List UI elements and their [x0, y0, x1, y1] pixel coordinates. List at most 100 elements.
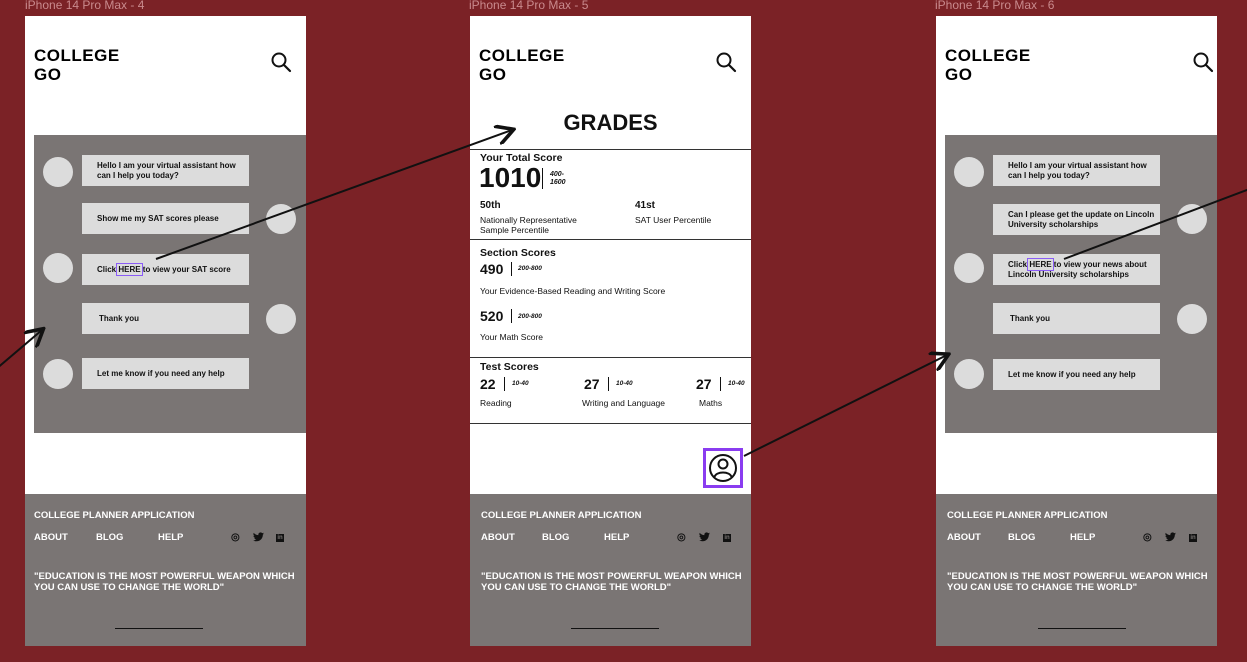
writing-score-label: Writing and Language: [582, 398, 666, 408]
user-avatar: [1177, 304, 1207, 334]
assistant-avatar: [43, 253, 73, 283]
footer-link-help[interactable]: HELP: [158, 532, 183, 543]
score-separator: [504, 377, 505, 391]
chat-bubble-user: Thank you: [82, 303, 249, 334]
assistant-avatar: [954, 359, 984, 389]
footer-link-blog[interactable]: BLOG: [542, 532, 569, 543]
footer-link-about[interactable]: ABOUT: [34, 532, 68, 543]
assistant-avatar: [954, 253, 984, 283]
maths-score-range: 10-40: [728, 380, 745, 387]
test-scores-label: Test Scores: [480, 361, 539, 373]
linkedin-icon[interactable]: in: [723, 534, 731, 542]
writing-score-range: 10-40: [616, 380, 633, 387]
divider: [470, 149, 751, 150]
footer-link-blog[interactable]: BLOG: [96, 532, 123, 543]
section-scores-label: Section Scores: [480, 247, 556, 259]
range-bottom: 1600: [550, 179, 566, 186]
ebrw-score-label: Your Evidence-Based Reading and Writing …: [480, 286, 666, 296]
footer-divider: [571, 628, 659, 629]
national-percentile-value: 50th: [480, 200, 501, 211]
footer-link-help[interactable]: HELP: [1070, 532, 1095, 543]
footer-link-about[interactable]: ABOUT: [481, 532, 515, 543]
reading-score-range: 10-40: [512, 380, 529, 387]
maths-score-value: 27: [696, 376, 712, 392]
chat-message: Thank you: [1010, 313, 1051, 323]
score-separator: [608, 377, 609, 391]
app-logo[interactable]: COLLEGE GO: [945, 46, 1031, 84]
label-line: Sample Percentile: [480, 225, 549, 235]
footer-link-help[interactable]: HELP: [604, 532, 629, 543]
here-link[interactable]: HERE: [116, 262, 143, 276]
app-logo[interactable]: COLLEGE GO: [479, 46, 565, 84]
footer-divider: [1038, 628, 1126, 629]
chat-bubble-user: Show me my SAT scores please: [82, 203, 249, 234]
score-separator: [720, 377, 721, 391]
linkedin-icon[interactable]: in: [1189, 534, 1197, 542]
national-percentile-label: Nationally Representative Sample Percent…: [480, 215, 577, 235]
maths-score-label: Maths: [699, 398, 723, 408]
twitter-icon[interactable]: [1165, 532, 1176, 545]
chat-bubble-assistant: Hello I am your virtual assistant how ca…: [993, 155, 1160, 186]
profile-button[interactable]: [703, 448, 743, 488]
chat-message: Let me know if you need any help: [1008, 369, 1136, 379]
divider: [470, 357, 751, 358]
search-icon[interactable]: [270, 51, 292, 73]
footer-link-blog[interactable]: BLOG: [1008, 532, 1035, 543]
user-percentile-value: 41st: [635, 200, 656, 211]
flow-arrow: [743, 355, 947, 457]
instagram-icon[interactable]: ◎: [1143, 532, 1152, 543]
range-top: 400-: [550, 171, 565, 178]
phone-screen-chat-scholarships: COLLEGE GO Hello I am your virtual assis…: [936, 16, 1217, 646]
chat-bubble-user: Thank you: [993, 303, 1160, 334]
chat-message: Let me know if you need any help: [97, 368, 225, 378]
search-icon[interactable]: [1192, 51, 1214, 73]
phone-screen-chat-sat: COLLEGE GO Hello I am your virtual assis…: [25, 16, 306, 646]
chat-message: Click HERE to view your news about Linco…: [1008, 257, 1160, 280]
chat-message: Hello I am your virtual assistant how ca…: [97, 160, 236, 180]
score-separator: [511, 309, 512, 323]
score-separator: [542, 168, 543, 189]
chat-bubble-user: Can I please get the update on Lincoln U…: [993, 204, 1160, 235]
footer-title: COLLEGE PLANNER APPLICATION: [34, 510, 195, 521]
linkedin-icon[interactable]: in: [276, 534, 284, 542]
reading-score-label: Reading: [480, 398, 512, 408]
twitter-icon[interactable]: [699, 532, 710, 545]
footer-divider: [115, 628, 203, 629]
chat-bubble-assistant: Click HERE to view your SAT score: [82, 254, 249, 285]
chat-bubble-assistant: Let me know if you need any help: [82, 358, 249, 389]
message-text: to view your SAT score: [140, 264, 231, 274]
logo-line1: COLLEGE: [945, 46, 1031, 65]
logo-line1: COLLEGE: [479, 46, 565, 65]
page-title: GRADES: [563, 110, 658, 135]
footer-link-about[interactable]: ABOUT: [947, 532, 981, 543]
chat-message: Thank you: [99, 313, 140, 323]
logo-line2: GO: [34, 65, 62, 84]
math-score-value: 520: [480, 308, 504, 324]
footer-title: COLLEGE PLANNER APPLICATION: [481, 510, 642, 521]
reading-score-value: 22: [480, 376, 496, 392]
instagram-icon[interactable]: ◎: [231, 532, 240, 543]
math-score-label: Your Math Score: [480, 332, 543, 342]
assistant-avatar: [43, 157, 73, 187]
footer-quote: "EDUCATION IS THE MOST POWERFUL WEAPON W…: [947, 571, 1208, 593]
user-avatar: [266, 304, 296, 334]
footer: COLLEGE PLANNER APPLICATION ABOUT BLOG H…: [470, 494, 751, 646]
chat-panel: Hello I am your virtual assistant how ca…: [945, 135, 1217, 433]
user-percentile-label: SAT User Percentile: [635, 215, 712, 225]
footer-quote: "EDUCATION IS THE MOST POWERFUL WEAPON W…: [481, 571, 742, 593]
app-logo[interactable]: COLLEGE GO: [34, 46, 120, 84]
chat-message: Click HERE to view your SAT score: [97, 262, 231, 276]
chat-bubble-assistant: Click HERE to view your news about Linco…: [993, 254, 1160, 285]
total-score-value: 1010: [479, 162, 542, 193]
twitter-icon[interactable]: [253, 532, 264, 545]
logo-line1: COLLEGE: [34, 46, 120, 65]
here-link[interactable]: HERE: [1027, 257, 1054, 271]
divider: [470, 423, 751, 424]
assistant-avatar: [954, 157, 984, 187]
chat-message: Can I please get the update on Lincoln U…: [1008, 209, 1155, 229]
user-avatar: [1177, 204, 1207, 234]
search-icon[interactable]: [715, 51, 737, 73]
instagram-icon[interactable]: ◎: [677, 532, 686, 543]
phone-screen-grades: COLLEGE GO GRADES Your Total Score 1010 …: [470, 16, 751, 646]
message-text: Click: [97, 264, 119, 274]
